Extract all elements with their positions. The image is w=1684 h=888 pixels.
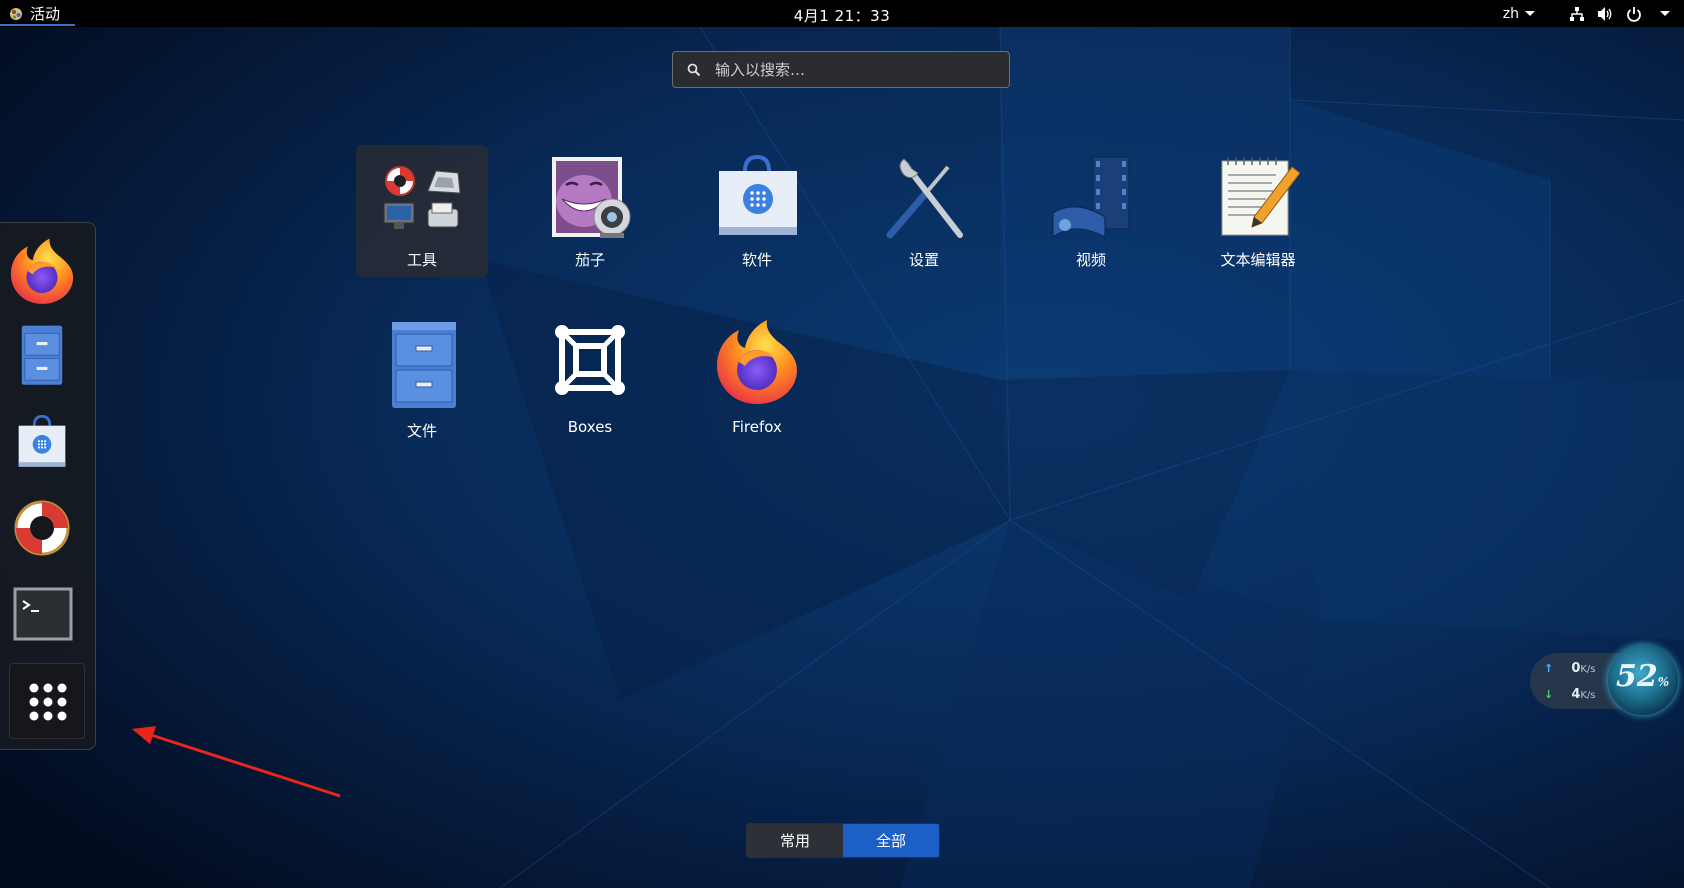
dash-terminal[interactable] xyxy=(7,579,77,649)
software-store-icon xyxy=(719,154,797,235)
app-firefox[interactable]: Firefox xyxy=(691,312,823,444)
search-icon xyxy=(687,63,701,76)
app-label: 文件 xyxy=(406,422,437,440)
app-label: 工具 xyxy=(406,251,437,269)
terminal-icon xyxy=(13,587,73,641)
dash-files[interactable] xyxy=(7,321,77,391)
app-utilities[interactable]: 工具 xyxy=(356,145,488,277)
app-software[interactable]: 软件 xyxy=(691,145,823,277)
volume-icon xyxy=(1598,6,1612,21)
app-videos[interactable]: 视频 xyxy=(1025,145,1157,277)
search-box[interactable] xyxy=(672,51,1010,88)
usage-percent-unit: % xyxy=(1657,675,1670,689)
app-text-editor[interactable]: 文本编辑器 xyxy=(1192,145,1324,277)
download-arrow-icon: ↓ xyxy=(1544,688,1554,701)
chevron-down-icon xyxy=(1525,11,1535,16)
dash xyxy=(0,222,96,750)
network-speed-widget[interactable]: ↑ 0K/s ↓ 4K/s 52% xyxy=(1530,645,1684,717)
files-icon xyxy=(21,325,63,385)
system-tray: zh xyxy=(1503,0,1670,27)
top-bar: 活动 4月1 21：33 zh xyxy=(0,0,1684,27)
all-apps-button[interactable]: 全部 xyxy=(843,824,939,857)
upload-speed: ↑ 0K/s xyxy=(1544,661,1596,676)
show-apps-grid-icon xyxy=(29,683,67,721)
app-label: 茄子 xyxy=(574,251,605,269)
utilities-folder-icon xyxy=(383,166,461,229)
file-cabinet-icon xyxy=(392,322,456,408)
power-icon xyxy=(1627,6,1641,22)
firefox-icon xyxy=(10,238,74,304)
cheese-webcam-icon xyxy=(552,157,631,238)
app-boxes[interactable]: Boxes xyxy=(524,312,656,444)
download-unit: K/s xyxy=(1580,690,1596,701)
dash-software[interactable] xyxy=(7,407,77,477)
app-label: 视频 xyxy=(1075,251,1106,269)
network-wired-icon xyxy=(1570,6,1584,21)
text-editor-icon xyxy=(1221,157,1300,236)
chevron-down-icon xyxy=(1660,11,1670,16)
dash-firefox[interactable] xyxy=(7,237,77,307)
app-label: Firefox xyxy=(732,418,782,436)
app-label: 设置 xyxy=(908,251,939,269)
settings-tools-icon xyxy=(886,158,963,239)
video-film-icon xyxy=(1052,156,1130,238)
language-label: zh xyxy=(1502,5,1519,22)
download-speed: ↓ 4K/s xyxy=(1544,687,1596,702)
app-label: Boxes xyxy=(567,418,613,436)
upload-unit: K/s xyxy=(1580,664,1596,675)
app-files[interactable]: 文件 xyxy=(356,312,488,444)
firefox-icon xyxy=(717,320,797,404)
app-settings[interactable]: 设置 xyxy=(858,145,990,277)
system-menu[interactable] xyxy=(1569,6,1670,22)
boxes-icon xyxy=(555,325,625,395)
help-lifebuoy-icon xyxy=(14,500,70,556)
app-view-switch: 常用 全部 xyxy=(746,823,940,858)
language-menu[interactable]: zh xyxy=(1503,6,1535,22)
frequent-apps-button[interactable]: 常用 xyxy=(747,824,843,857)
desktop-background xyxy=(0,0,1684,888)
upload-arrow-icon: ↑ xyxy=(1544,662,1554,675)
software-icon xyxy=(18,414,66,467)
show-applications-button[interactable] xyxy=(9,663,85,739)
clock[interactable]: 4月1 21：33 xyxy=(0,5,1684,26)
app-cheese[interactable]: 茄子 xyxy=(524,145,656,277)
app-label: 文本编辑器 xyxy=(1220,251,1296,269)
search-input[interactable] xyxy=(713,59,997,80)
app-label: 软件 xyxy=(741,251,772,269)
usage-percent: 52% xyxy=(1616,659,1669,694)
usage-percent-value: 52 xyxy=(1616,659,1658,694)
dash-help[interactable] xyxy=(7,493,77,563)
